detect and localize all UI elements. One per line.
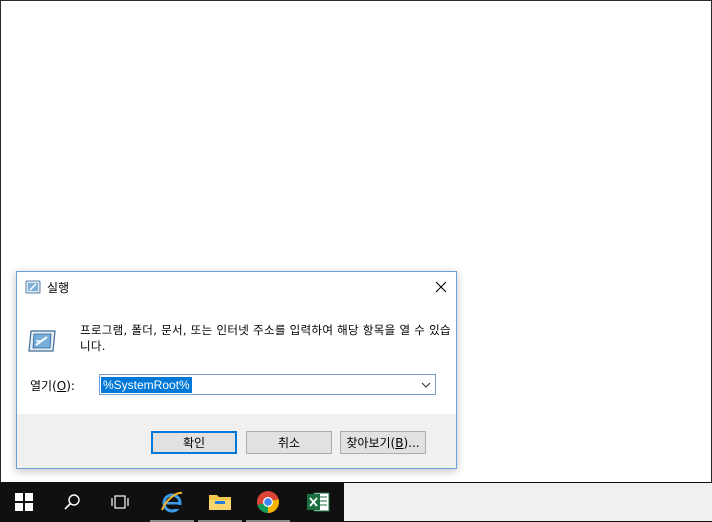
dialog-footer: 확인 취소 찾아보기(B)... [17,414,456,468]
chrome-icon [257,491,279,513]
browse-button[interactable]: 찾아보기(B)... [340,431,426,454]
open-label: 열기(O): [30,379,75,393]
close-icon [435,281,447,293]
ok-button[interactable]: 확인 [151,431,237,454]
search-icon [64,494,80,510]
run-dialog: 실행 프로그램, 폴더, 문서, 또는 인터넷 주소를 입력하여 해당 항목을 … [16,271,457,469]
run-icon [25,280,41,294]
taskbar-file-explorer[interactable] [196,482,244,522]
open-combobox[interactable]: %SystemRoot% [99,374,436,395]
taskbar [0,482,712,522]
taskbar-empty-area [344,483,712,521]
open-input[interactable]: %SystemRoot% [101,377,192,393]
titlebar: 실행 [17,272,456,302]
dialog-description: 프로그램, 폴더, 문서, 또는 인터넷 주소를 입력하여 해당 항목을 열 수… [80,323,451,353]
internet-explorer-icon [161,491,183,513]
taskbar-ie[interactable] [148,482,196,522]
taskbar-chrome[interactable] [244,482,292,522]
close-button[interactable] [426,272,456,302]
dialog-title: 실행 [47,281,70,295]
cancel-button[interactable]: 취소 [246,431,332,454]
run-program-icon [27,329,57,353]
taskbar-excel[interactable] [294,482,342,522]
file-explorer-icon [209,495,231,510]
search-button[interactable] [48,482,96,522]
chevron-down-icon[interactable] [420,379,432,391]
task-view-icon [111,495,129,509]
windows-start-icon [15,493,33,511]
start-button[interactable] [0,482,48,522]
excel-icon [307,492,330,512]
task-view-button[interactable] [96,482,144,522]
